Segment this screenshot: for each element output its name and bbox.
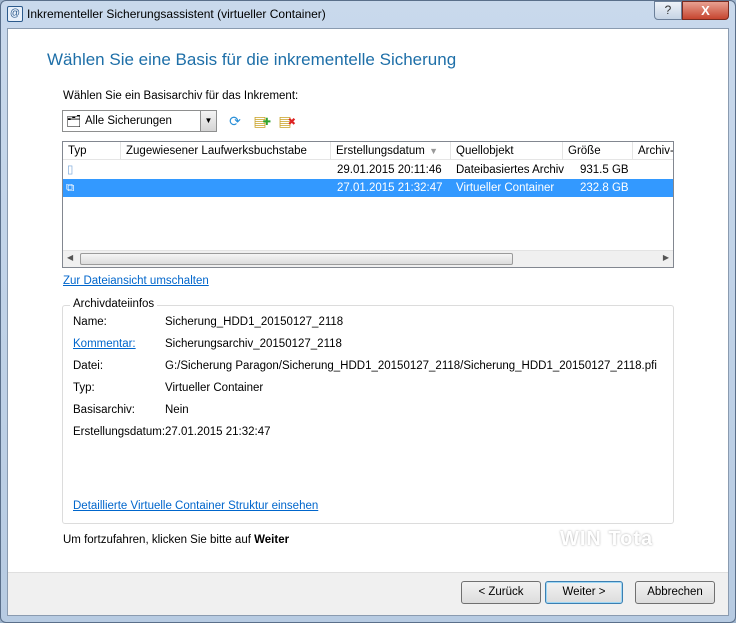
- base-archive-label: Basisarchiv:: [73, 404, 135, 416]
- file-label: Datei:: [73, 360, 104, 372]
- name-value: Sicherung_HDD1_20150127_2118: [165, 316, 344, 328]
- column-header-typ[interactable]: Typ: [63, 142, 121, 160]
- window-title: Inkrementeller Sicherungsassistent (virt…: [27, 7, 326, 21]
- creation-date-value: 27.01.2015 21:32:47: [165, 426, 271, 438]
- column-header-date[interactable]: Erstellungsdatum ▼: [331, 142, 451, 160]
- filter-dropdown[interactable]: 🗂 Alle Sicherungen ▼: [62, 110, 217, 132]
- type-value: Virtueller Container: [165, 382, 264, 394]
- column-header-date-label: Erstellungsdatum: [336, 145, 425, 157]
- cell-date: 29.01.2015 20:11:46: [337, 164, 442, 176]
- cell-date: 27.01.2015 21:32:47: [337, 182, 443, 194]
- column-header-archive[interactable]: Archiv-C: [633, 142, 673, 160]
- column-header-size[interactable]: Größe: [563, 142, 633, 160]
- name-label: Name:: [73, 316, 107, 328]
- archive-info-legend: Archivdateiinfos: [70, 298, 158, 310]
- table-row[interactable]: ▯ 29.01.2015 20:11:46 Dateibasiertes Arc…: [63, 161, 673, 179]
- watermark-logo: WIN Tota: [560, 528, 654, 550]
- continue-hint: Um fortzufahren, klicken Sie bitte auf W…: [63, 534, 289, 546]
- hint-text: Um fortzufahren, klicken Sie bitte auf: [63, 534, 255, 546]
- sort-desc-icon: ▼: [429, 146, 438, 156]
- detail-structure-link[interactable]: Detaillierte Virtuelle Container Struktu…: [73, 500, 318, 512]
- filter-value: Alle Sicherungen: [85, 115, 172, 127]
- cell-size: 232.8 GB: [580, 182, 629, 194]
- switch-view-link[interactable]: Zur Dateiansicht umschalten: [63, 275, 209, 287]
- cell-source: Dateibasiertes Archiv: [456, 164, 565, 176]
- type-label: Typ:: [73, 382, 95, 394]
- cancel-button[interactable]: Abbrechen: [635, 581, 715, 604]
- cell-source: Virtueller Container: [456, 182, 555, 194]
- help-button[interactable]: ?: [654, 1, 682, 20]
- creation-date-label: Erstellungsdatum:: [73, 426, 166, 438]
- back-button[interactable]: < Zurück: [461, 581, 541, 604]
- next-button[interactable]: Weiter >: [545, 581, 623, 604]
- hint-bold: Weiter: [254, 534, 290, 546]
- close-button[interactable]: X: [682, 1, 729, 20]
- chevron-down-icon[interactable]: ▼: [200, 111, 216, 131]
- scroll-right-icon[interactable]: ▶: [663, 253, 669, 262]
- table-row-selected[interactable]: ⧉ 27.01.2015 21:32:47 Virtueller Contain…: [63, 179, 673, 197]
- file-value: G:/Sicherung Paragon/Sicherung_HDD1_2015…: [165, 360, 657, 372]
- app-icon: @: [7, 6, 23, 22]
- virtual-container-icon: ⧉: [66, 182, 75, 194]
- archive-info-group: [62, 305, 674, 524]
- horizontal-scrollbar[interactable]: ◀ ▶: [63, 250, 673, 267]
- select-label: Wählen Sie ein Basisarchiv für das Inkre…: [63, 90, 299, 102]
- comment-link[interactable]: Kommentar:: [73, 338, 136, 350]
- column-header-source[interactable]: Quellobjekt: [451, 142, 563, 160]
- archive-table: Typ Zugewiesener Laufwerksbuchstabe Erst…: [62, 141, 674, 268]
- scrollbar-thumb[interactable]: [80, 253, 513, 265]
- file-archive-icon: ▯: [67, 164, 74, 176]
- comment-value: Sicherungsarchiv_20150127_2118: [165, 338, 342, 350]
- backup-filter-icon: 🗂: [66, 114, 82, 128]
- page-title: Wählen Sie eine Basis für die inkremente…: [47, 50, 457, 69]
- refresh-icon[interactable]: ⟳: [226, 112, 244, 130]
- remove-archive-icon[interactable]: ▤ ✖: [276, 112, 296, 130]
- cell-size: 931.5 GB: [580, 164, 629, 176]
- column-header-drive[interactable]: Zugewiesener Laufwerksbuchstabe: [121, 142, 331, 160]
- scroll-left-icon[interactable]: ◀: [67, 253, 73, 262]
- base-archive-value: Nein: [165, 404, 189, 416]
- add-archive-icon[interactable]: ▤ ✚: [251, 112, 271, 130]
